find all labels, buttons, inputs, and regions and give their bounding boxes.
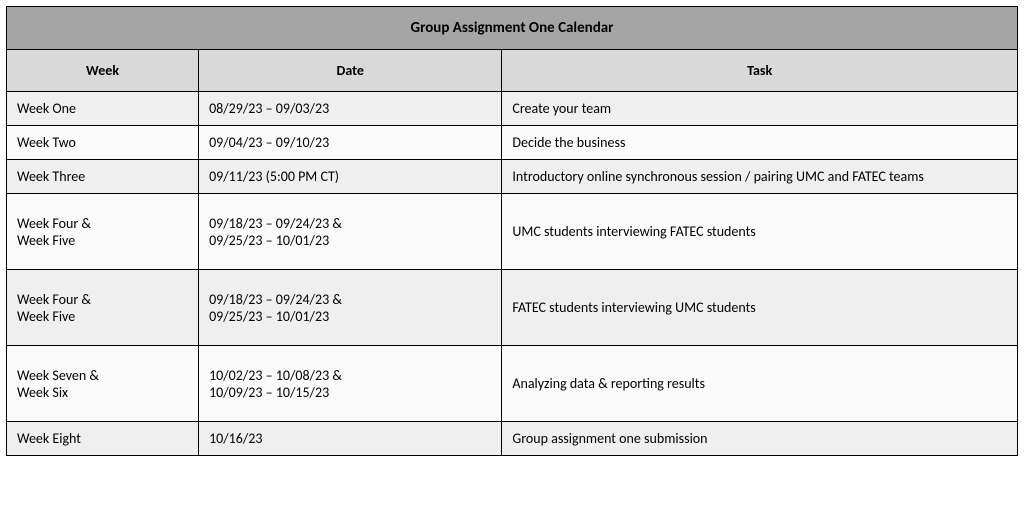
- cell-task: UMC students interviewing FATEC students: [502, 194, 1018, 270]
- cell-week: Week Four &Week Five: [7, 270, 199, 346]
- col-task: Task: [502, 50, 1018, 92]
- cell-task: Decide the business: [502, 126, 1018, 160]
- cell-date: 09/11/23 (5:00 PM CT): [199, 160, 502, 194]
- table-row: Week One08/29/23 – 09/03/23Create your t…: [7, 92, 1018, 126]
- cell-week: Week One: [7, 92, 199, 126]
- calendar-table: Group Assignment One Calendar Week Date …: [6, 6, 1018, 456]
- table-row: Week Four &Week Five09/18/23 – 09/24/23 …: [7, 194, 1018, 270]
- cell-date: 09/18/23 – 09/24/23 &09/25/23 – 10/01/23: [199, 194, 502, 270]
- table-title: Group Assignment One Calendar: [7, 7, 1018, 50]
- cell-date: 10/02/23 – 10/08/23 &10/09/23 – 10/15/23: [199, 346, 502, 422]
- cell-task: Analyzing data & reporting results: [502, 346, 1018, 422]
- table-row: Week Seven &Week Six10/02/23 – 10/08/23 …: [7, 346, 1018, 422]
- cell-week: Week Eight: [7, 422, 199, 456]
- cell-date: 09/04/23 – 09/10/23: [199, 126, 502, 160]
- cell-week: Week Four &Week Five: [7, 194, 199, 270]
- table-row: Week Eight10/16/23Group assignment one s…: [7, 422, 1018, 456]
- col-date: Date: [199, 50, 502, 92]
- cell-date: 09/18/23 – 09/24/23 &09/25/23 – 10/01/23: [199, 270, 502, 346]
- table-row: Week Two09/04/23 – 09/10/23Decide the bu…: [7, 126, 1018, 160]
- cell-task: Create your team: [502, 92, 1018, 126]
- cell-date: 10/16/23: [199, 422, 502, 456]
- table-row: Week Three09/11/23 (5:00 PM CT)Introduct…: [7, 160, 1018, 194]
- col-week: Week: [7, 50, 199, 92]
- cell-task: FATEC students interviewing UMC students: [502, 270, 1018, 346]
- cell-week: Week Three: [7, 160, 199, 194]
- cell-task: Group assignment one submission: [502, 422, 1018, 456]
- cell-date: 08/29/23 – 09/03/23: [199, 92, 502, 126]
- table-row: Week Four &Week Five09/18/23 – 09/24/23 …: [7, 270, 1018, 346]
- cell-task: Introductory online synchronous session …: [502, 160, 1018, 194]
- cell-week: Week Seven &Week Six: [7, 346, 199, 422]
- cell-week: Week Two: [7, 126, 199, 160]
